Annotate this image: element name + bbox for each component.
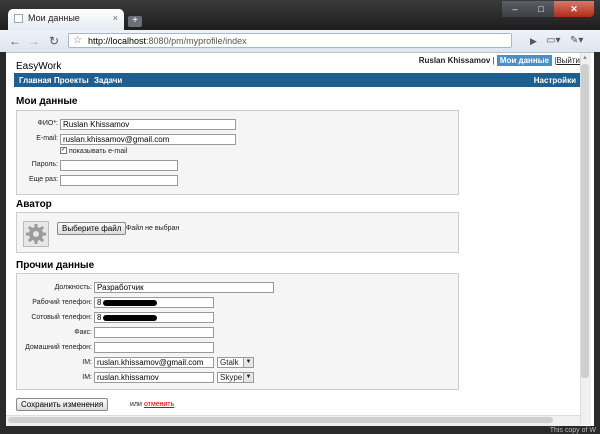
or-text: или bbox=[130, 401, 142, 408]
page-menu-icon[interactable]: ▭▾ bbox=[546, 34, 560, 48]
address-bar[interactable]: ☆ http://localhost:8080/pm/myprofile/ind… bbox=[68, 33, 512, 48]
position-label: Должность: bbox=[54, 284, 92, 291]
new-tab-button[interactable]: + bbox=[128, 16, 142, 27]
email-input[interactable]: ruslan.khissamov@gmail.com bbox=[60, 134, 236, 145]
forward-icon[interactable]: → bbox=[28, 34, 40, 48]
window-controls: – □ ✕ bbox=[502, 1, 594, 17]
fax-label: Факс: bbox=[74, 329, 92, 336]
im1-input[interactable]: ruslan.khissamov@gmail.com bbox=[94, 357, 214, 368]
password-again-input[interactable] bbox=[60, 175, 178, 186]
redacted-mark bbox=[103, 299, 158, 306]
position-input[interactable]: Разработчик bbox=[94, 282, 274, 293]
page-favicon-icon bbox=[14, 13, 23, 23]
window-frame-bottom bbox=[0, 426, 600, 434]
browser-toolbar: ← → ↻ ☆ http://localhost:8080/pm/myprofi… bbox=[0, 30, 600, 53]
fio-label: ФИО*: bbox=[37, 120, 58, 127]
user-bar-separator: | bbox=[492, 56, 495, 65]
mobile-phone-prefix: 8 bbox=[97, 313, 102, 322]
gear-icon bbox=[26, 224, 46, 244]
password-input[interactable] bbox=[60, 160, 178, 171]
minimize-icon[interactable]: – bbox=[502, 1, 528, 17]
im-label: IM: bbox=[82, 359, 92, 366]
other-data-title: Прочии данные bbox=[16, 260, 95, 271]
bookmark-star-icon[interactable]: ☆ bbox=[73, 34, 82, 47]
my-data-box: ФИО*: Ruslan Khissamov E-mail: ruslan.kh… bbox=[16, 110, 459, 195]
home-phone-label: Домашний телефон: bbox=[25, 344, 92, 351]
page-content: EasyWork Ruslan Khissamov | Мои данные |… bbox=[6, 53, 580, 415]
scroll-up-icon[interactable]: ▲ bbox=[581, 54, 589, 62]
nav-item-home[interactable]: Главная bbox=[19, 76, 52, 85]
play-icon[interactable]: ▶ bbox=[530, 34, 537, 48]
tab-title: Мои данные bbox=[28, 13, 80, 23]
fax-input[interactable] bbox=[94, 327, 214, 338]
my-data-title: Мои данные bbox=[16, 96, 78, 107]
show-email-label: показывать e-mail bbox=[69, 148, 128, 155]
avatar-placeholder bbox=[23, 221, 49, 247]
show-email-checkbox[interactable]: ✓ bbox=[60, 147, 67, 154]
nav-item-projects[interactable]: Проекты bbox=[54, 76, 89, 85]
maximize-icon[interactable]: □ bbox=[528, 1, 554, 17]
im1-type-value: Gtalk bbox=[220, 358, 239, 367]
tab-close-icon[interactable]: × bbox=[113, 13, 118, 23]
im2-type-value: Skype bbox=[220, 373, 243, 382]
reload-icon[interactable]: ↻ bbox=[49, 34, 59, 48]
im1-type-select[interactable]: Gtalk ▼ bbox=[217, 357, 254, 368]
work-phone-label: Рабочий телефон: bbox=[32, 299, 92, 306]
vertical-scroll-thumb[interactable] bbox=[581, 64, 589, 378]
avatar-box: Выберите файл Файл не выбран bbox=[16, 212, 459, 253]
choose-file-button[interactable]: Выберите файл bbox=[57, 222, 127, 235]
work-phone-prefix: 8 bbox=[97, 298, 102, 307]
window-titlebar: Мои данные × + – □ ✕ bbox=[0, 0, 600, 30]
fio-input[interactable]: Ruslan Khissamov bbox=[60, 119, 236, 130]
nav-item-settings[interactable]: Настройки bbox=[534, 76, 576, 85]
email-label: E-mail: bbox=[36, 135, 58, 142]
chevron-down-icon: ▼ bbox=[243, 373, 253, 382]
watermark: This copy of W bbox=[549, 427, 596, 434]
main-nav: Главная Проекты Задачи Настройки bbox=[14, 73, 580, 87]
logout-link[interactable]: Выйти bbox=[556, 56, 580, 65]
work-phone-input[interactable]: 8 bbox=[94, 297, 214, 308]
im2-type-select[interactable]: Skype ▼ bbox=[217, 372, 254, 383]
password-again-label: Еще раз: bbox=[28, 176, 58, 183]
mobile-phone-label: Сотовый телефон: bbox=[31, 314, 92, 321]
im-label-2: IM: bbox=[82, 374, 92, 381]
password-label: Пароль: bbox=[31, 161, 58, 168]
back-icon[interactable]: ← bbox=[9, 34, 21, 48]
chevron-down-icon: ▼ bbox=[243, 358, 253, 367]
profile-link[interactable]: Мои данные bbox=[496, 55, 552, 66]
horizontal-scroll-thumb[interactable] bbox=[8, 417, 553, 423]
im2-input[interactable]: ruslan.khissamov bbox=[94, 372, 214, 383]
other-data-box: Должность: Разработчик Рабочий телефон: … bbox=[16, 273, 459, 390]
user-bar: Ruslan Khissamov | Мои данные |Выйти bbox=[419, 55, 580, 66]
no-file-text: Файл не выбран bbox=[126, 225, 180, 232]
nav-item-tasks[interactable]: Задачи bbox=[94, 76, 122, 85]
redacted-mark bbox=[103, 314, 158, 321]
home-phone-input[interactable] bbox=[94, 342, 214, 353]
avatar-title: Аватор bbox=[16, 199, 52, 210]
browser-tab[interactable]: Мои данные × bbox=[8, 9, 124, 30]
wrench-icon[interactable]: ✎▾ bbox=[570, 34, 583, 48]
save-changes-button[interactable]: Сохранить изменения bbox=[16, 398, 109, 411]
url-text: http://localhost:8080/pm/myprofile/index bbox=[88, 36, 247, 46]
mobile-phone-input[interactable]: 8 bbox=[94, 312, 214, 323]
app-title: EasyWork bbox=[16, 61, 62, 72]
close-window-icon[interactable]: ✕ bbox=[554, 1, 594, 17]
window-frame-right bbox=[594, 52, 600, 434]
cancel-link[interactable]: отменить bbox=[144, 401, 174, 408]
username: Ruslan Khissamov bbox=[418, 56, 491, 65]
